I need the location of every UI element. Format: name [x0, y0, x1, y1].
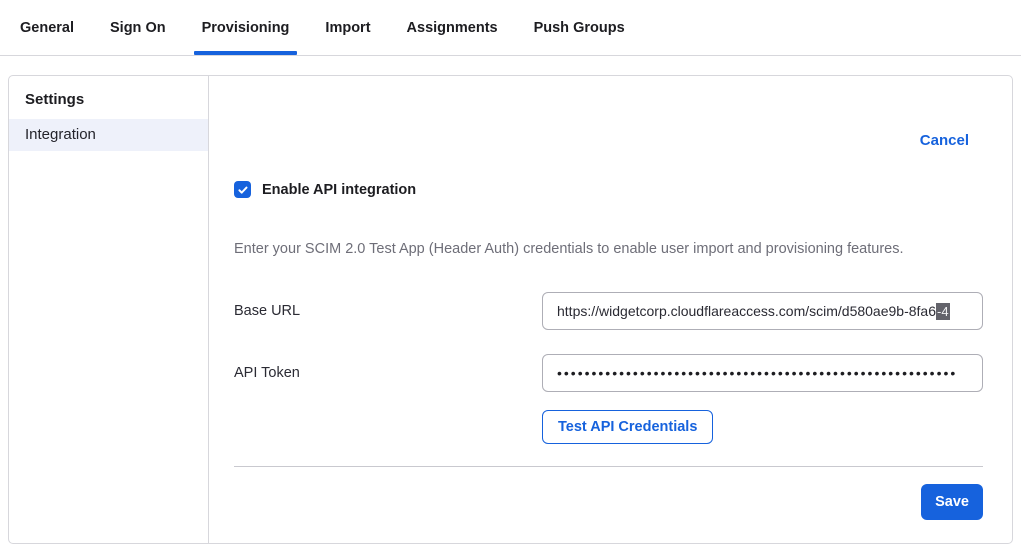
sidebar-item-integration[interactable]: Integration [9, 119, 208, 151]
app-tab-bar: General Sign On Provisioning Import Assi… [0, 0, 1021, 56]
test-api-credentials-button[interactable]: Test API Credentials [542, 410, 713, 444]
save-button[interactable]: Save [921, 484, 983, 520]
tab-sign-on[interactable]: Sign On [102, 0, 174, 55]
sidebar-heading: Settings [9, 88, 208, 119]
tab-assignments[interactable]: Assignments [399, 0, 506, 55]
enable-api-label: Enable API integration [262, 182, 416, 198]
api-token-input[interactable] [542, 354, 983, 392]
base-url-value: https://widgetcorp.cloudflareaccess.com/… [557, 303, 936, 319]
tab-provisioning[interactable]: Provisioning [194, 0, 298, 55]
base-url-selected-text: -4 [936, 303, 950, 320]
provisioning-panel: Settings Integration Cancel Enable API i… [8, 75, 1013, 544]
test-credentials-row: Test API Credentials [542, 410, 983, 444]
tab-general[interactable]: General [12, 0, 82, 55]
enable-api-row: Enable API integration [234, 181, 983, 198]
credentials-description: Enter your SCIM 2.0 Test App (Header Aut… [234, 241, 983, 257]
base-url-row: Base URL https://widgetcorp.cloudflareac… [234, 292, 983, 330]
save-row: Save [234, 484, 983, 520]
enable-api-checkbox[interactable] [234, 181, 251, 198]
base-url-label: Base URL [234, 303, 542, 319]
checkmark-icon [237, 184, 249, 196]
cancel-row: Cancel [234, 76, 983, 150]
base-url-input[interactable]: https://widgetcorp.cloudflareaccess.com/… [542, 292, 983, 330]
cancel-link[interactable]: Cancel [920, 132, 969, 149]
api-token-row: API Token [234, 354, 983, 392]
tab-import[interactable]: Import [317, 0, 378, 55]
tab-push-groups[interactable]: Push Groups [526, 0, 633, 55]
form-divider [234, 466, 983, 467]
settings-sidebar: Settings Integration [9, 76, 209, 543]
integration-form: Cancel Enable API integration Enter your… [209, 76, 1014, 543]
api-token-label: API Token [234, 365, 542, 381]
